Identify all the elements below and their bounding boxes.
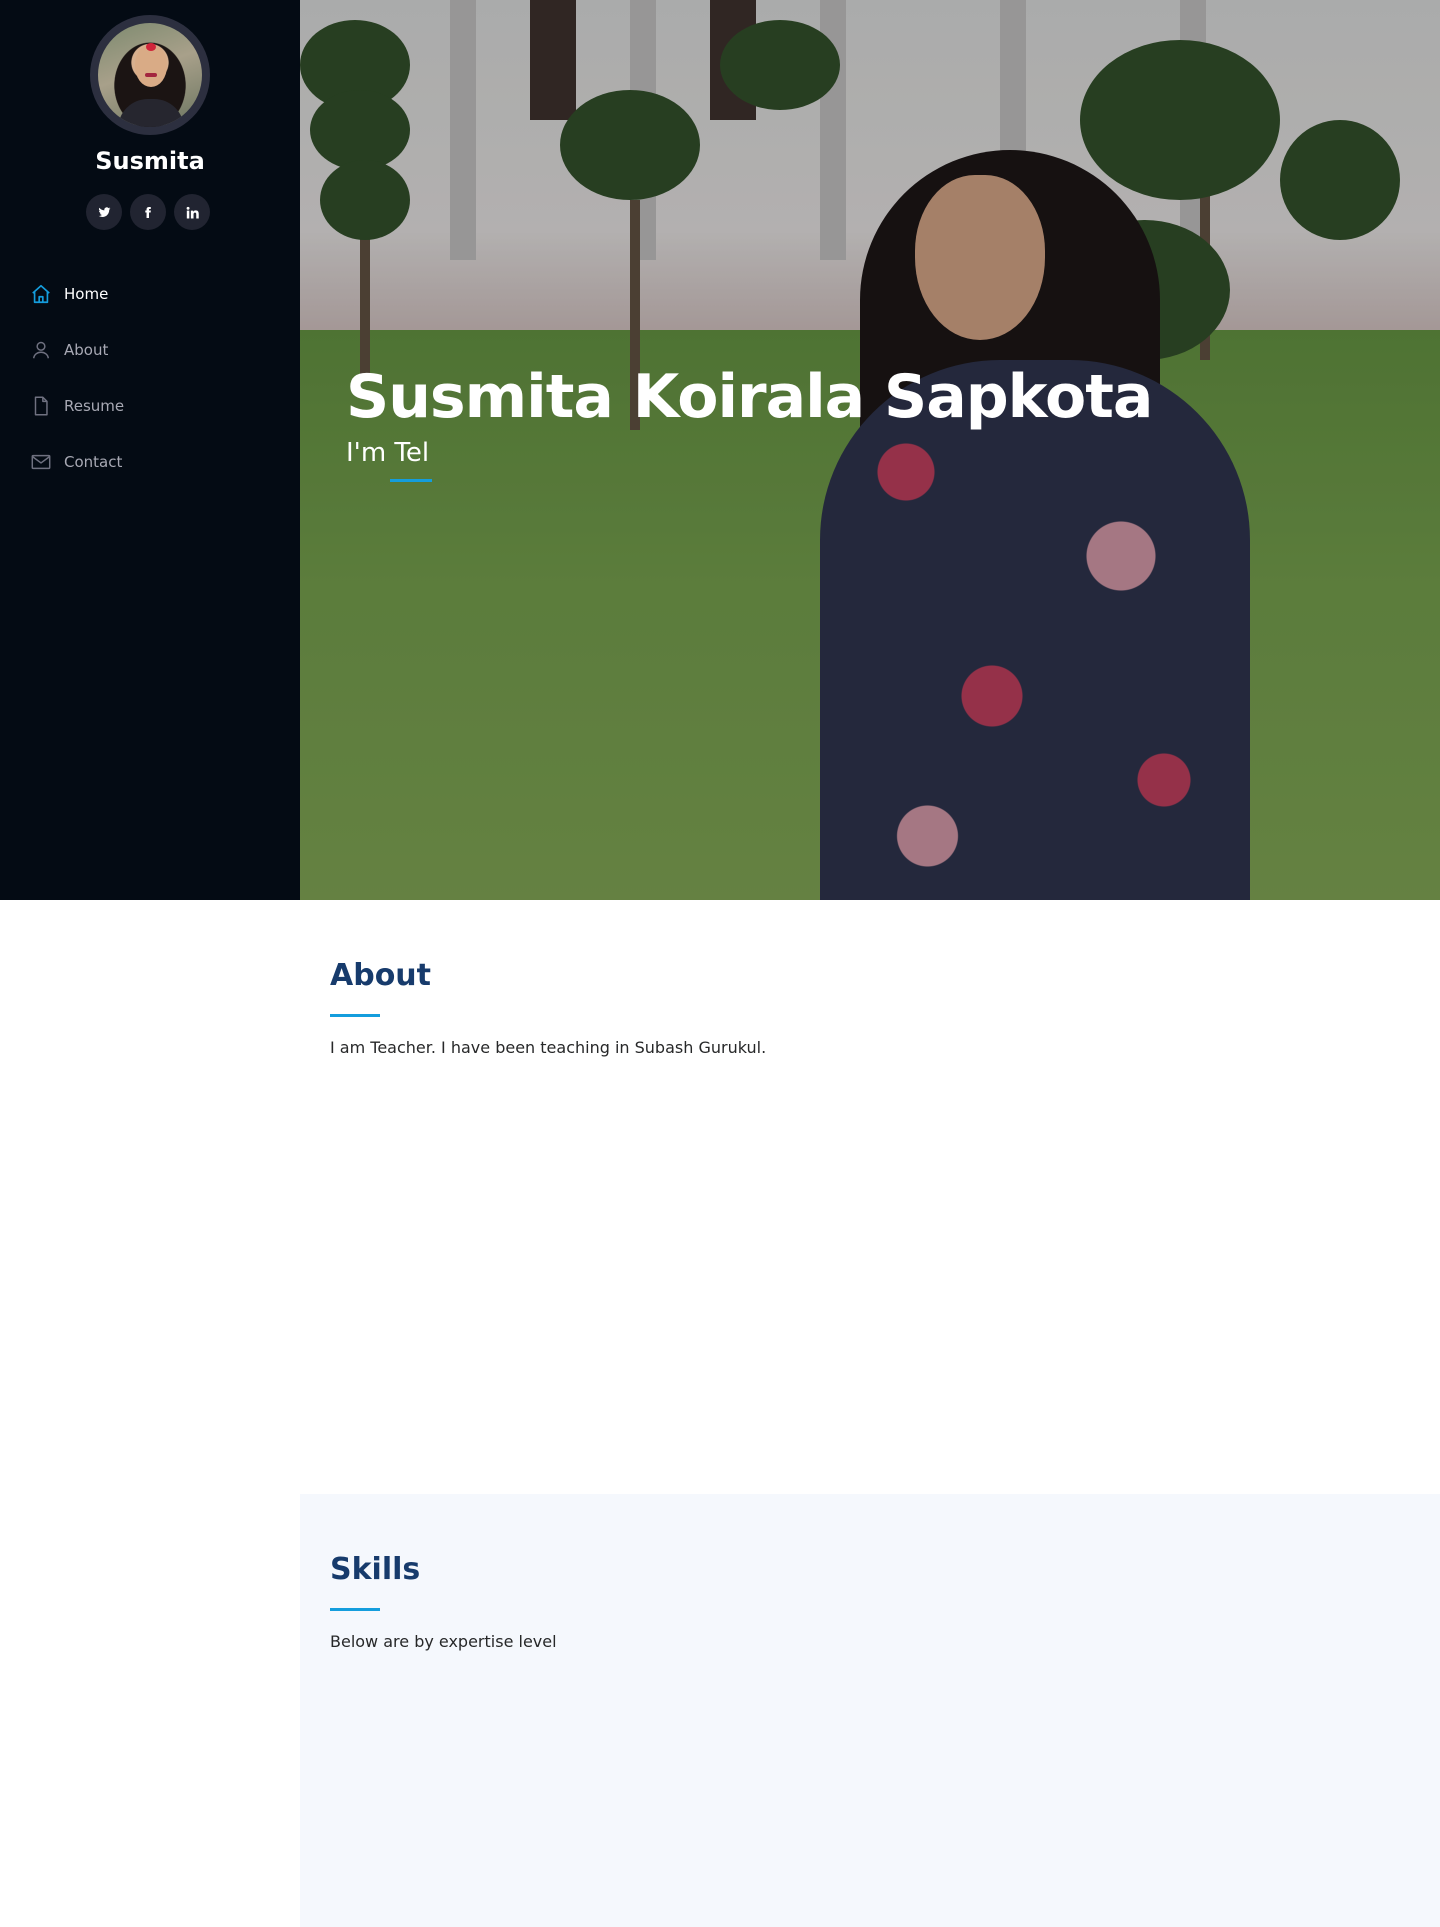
about-title-underline: [330, 1014, 380, 1017]
hero-subtitle: I'm Tel: [346, 438, 432, 482]
nav-item-about[interactable]: About: [30, 322, 280, 378]
skills-text: Below are by expertise level: [330, 1632, 557, 1651]
hero-title: Susmita Koirala Sapkota: [346, 362, 1153, 432]
nav-item-contact[interactable]: Contact: [30, 434, 280, 490]
avatar: [90, 15, 210, 135]
skills-title: Skills: [330, 1552, 421, 1587]
profile-photo: [98, 23, 202, 127]
nav-item-resume[interactable]: Resume: [30, 378, 280, 434]
nav-label-contact: Contact: [64, 453, 123, 471]
about-title: About: [330, 958, 432, 993]
social-links: [86, 194, 210, 230]
twitter-icon[interactable]: [86, 194, 122, 230]
nav-label-home: Home: [64, 285, 109, 303]
typed-underline: [390, 479, 432, 482]
nav-label-about: About: [64, 341, 109, 359]
sidebar-nav: Home About Resume Contact: [30, 266, 280, 490]
skills-section: Skills Below are by expertise level: [300, 1494, 1440, 1927]
envelope-icon: [31, 454, 51, 470]
linkedin-icon[interactable]: [174, 194, 210, 230]
skills-title-underline: [330, 1608, 380, 1611]
facebook-icon[interactable]: [130, 194, 166, 230]
about-text: I am Teacher. I have been teaching in Su…: [330, 1038, 767, 1057]
about-section: About I am Teacher. I have been teaching…: [300, 900, 1440, 1494]
nav-item-home[interactable]: Home: [30, 266, 280, 322]
user-icon: [32, 341, 50, 359]
profile-name: Susmita: [95, 147, 205, 175]
hero-section: Susmita Koirala Sapkota I'm Tel: [300, 0, 1440, 900]
nav-label-resume: Resume: [64, 397, 125, 415]
home-icon: [32, 284, 50, 304]
hero-typed-text: I'm Tel: [346, 438, 430, 468]
sidebar: Susmita Home About Resume Contact: [0, 0, 300, 900]
file-icon: [34, 396, 48, 416]
